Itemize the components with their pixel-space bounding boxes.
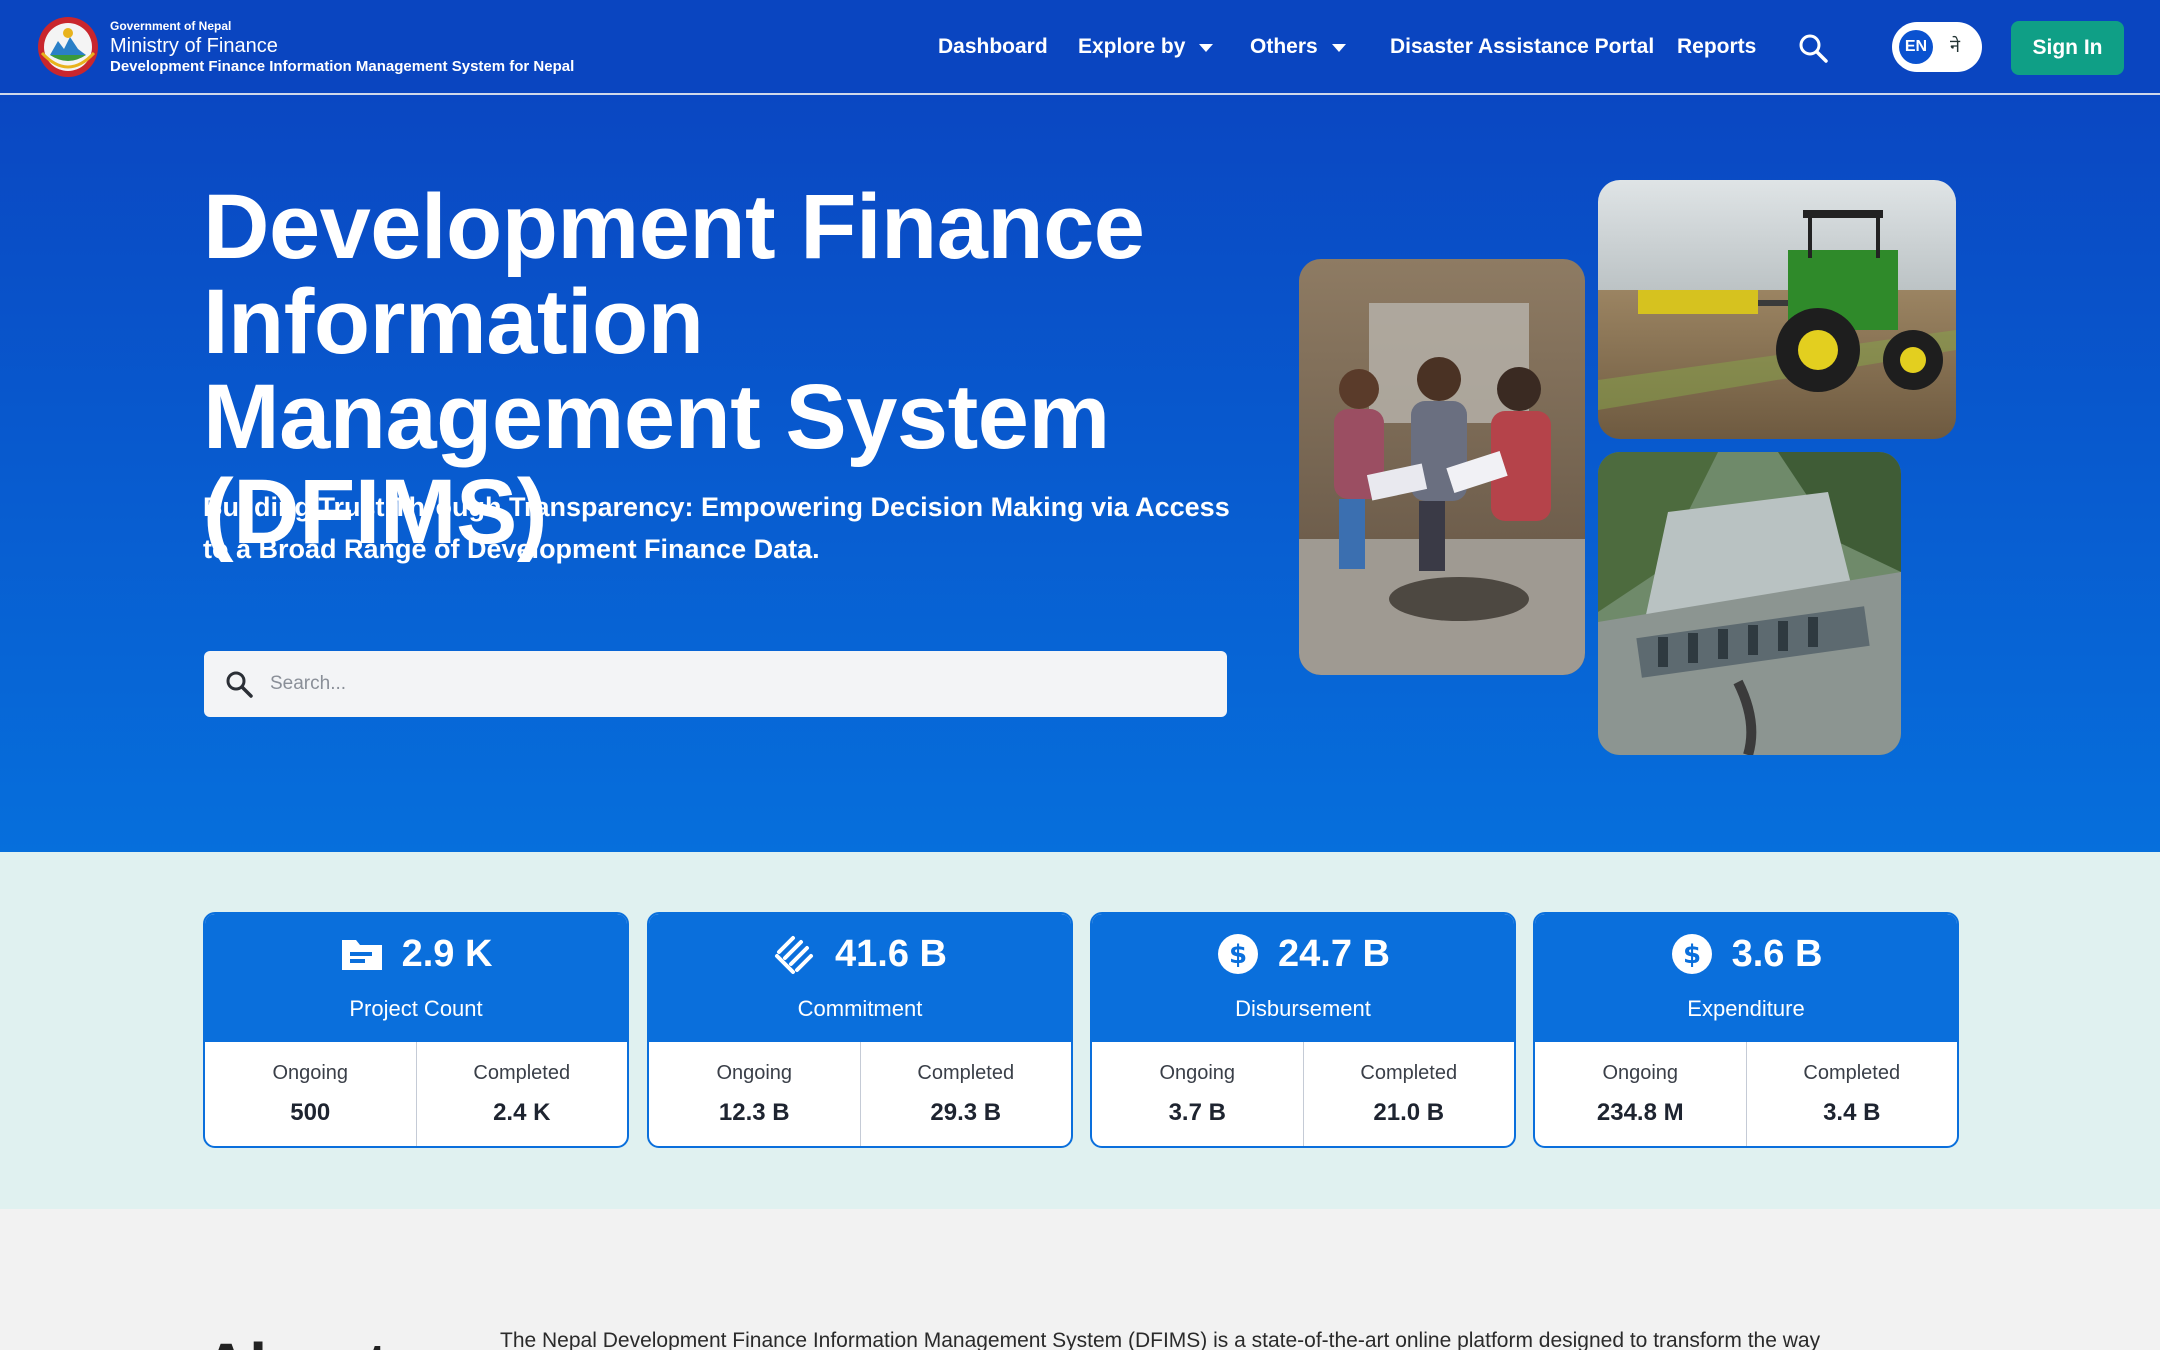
ongoing-value: 500 [290, 1099, 331, 1126]
about-heading: About [203, 1329, 388, 1350]
hero-subtitle: Building Trust Through Transparency: Emp… [203, 492, 1230, 564]
ongoing-value: 234.8 M [1596, 1099, 1684, 1126]
nav-dashboard[interactable]: Dashboard [938, 30, 1048, 64]
ongoing-value: 3.7 B [1168, 1099, 1226, 1126]
brand-logo-link[interactable]: Government of Nepal Ministry of Finance … [36, 15, 574, 79]
lang-en-option[interactable]: EN [1899, 30, 1933, 64]
stat-card-disbursement[interactable]: $ 24.7 B Disbursement Ongoing 3.7 B Compl… [1090, 912, 1516, 1148]
sign-in-button[interactable]: Sign In [2011, 21, 2124, 75]
nav-others-label: Others [1250, 35, 1318, 58]
completed-label: Completed [1360, 1062, 1458, 1084]
completed-label: Completed [1803, 1062, 1901, 1084]
ongoing-label: Ongoing [272, 1062, 349, 1084]
stat-label: Disbursement [1235, 996, 1371, 1021]
nav-reports[interactable]: Reports [1677, 30, 1756, 64]
hero-search-bar[interactable] [204, 651, 1227, 717]
nepal-emblem-icon [38, 17, 98, 77]
completed-value: 29.3 B [930, 1099, 1002, 1126]
stat-card-project-count[interactable]: 2.9 K Project Count Ongoing 500 Completed… [203, 912, 629, 1148]
brand-ministry: Ministry of Finance [110, 35, 278, 57]
completed-value: 21.0 B [1373, 1099, 1445, 1126]
folder-icon [341, 940, 382, 970]
stat-label: Expenditure [1687, 996, 1805, 1021]
search-icon [226, 671, 253, 698]
about-text: The Nepal Development Finance Informatio… [500, 1329, 1821, 1350]
stat-value: 41.6 B [835, 932, 947, 975]
brand-system-name: Development Finance Information Manageme… [110, 58, 575, 75]
tractor-field-photo [1598, 180, 1956, 439]
top-navbar: Government of Nepal Ministry of Finance … [0, 0, 2160, 95]
svg-text:$: $ [1683, 940, 1701, 970]
completed-value: 2.4 K [493, 1099, 551, 1126]
completed-label: Completed [473, 1062, 571, 1084]
children-reading-photo [1299, 259, 1585, 675]
nav-explore-by[interactable]: Explore by [1078, 30, 1214, 64]
stat-label: Project Count [349, 996, 483, 1021]
svg-text:$: $ [1229, 940, 1247, 970]
stat-card-expenditure[interactable]: $ 3.6 B Expenditure Ongoing 234.8 M Compl… [1533, 912, 1959, 1148]
chevron-down-icon [1331, 44, 1346, 52]
chevron-down-icon [1199, 44, 1214, 52]
dollar-icon: $ [1671, 934, 1712, 974]
hydropower-dam-photo [1598, 452, 1901, 755]
completed-value: 3.4 B [1823, 1099, 1881, 1126]
nav-explore-by-label: Explore by [1078, 35, 1186, 58]
search-icon[interactable] [1797, 32, 1829, 64]
ongoing-label: Ongoing [1602, 1062, 1679, 1084]
about-section: About The Nepal Development Finance Info… [0, 1209, 2160, 1350]
handshake-icon [775, 936, 814, 974]
brand-gov-label: Government of Nepal [110, 19, 232, 33]
stat-value: 3.6 B [1731, 932, 1823, 975]
ongoing-label: Ongoing [1159, 1062, 1236, 1084]
language-toggle[interactable]: EN ने [1892, 22, 1982, 72]
ongoing-value: 12.3 B [718, 1099, 790, 1126]
nav-dashboard-label: Dashboard [938, 35, 1048, 58]
nav-disaster-portal-label: Disaster Assistance Portal [1390, 35, 1655, 58]
nav-disaster-portal[interactable]: Disaster Assistance Portal [1390, 30, 1654, 64]
ongoing-label: Ongoing [716, 1062, 793, 1084]
nav-reports-label: Reports [1677, 35, 1757, 58]
search-input[interactable] [270, 673, 1170, 695]
stat-card-commitment[interactable]: 41.6 B Commitment Ongoing 12.3 B Complete… [647, 912, 1073, 1148]
lang-ne-option[interactable]: ने [1950, 34, 1960, 58]
completed-label: Completed [917, 1062, 1015, 1084]
stat-label: Commitment [797, 996, 923, 1021]
nav-others[interactable]: Others [1250, 30, 1346, 64]
stat-value: 2.9 K [401, 932, 493, 975]
stat-value: 24.7 B [1278, 932, 1390, 975]
dollar-icon: $ [1218, 934, 1259, 974]
